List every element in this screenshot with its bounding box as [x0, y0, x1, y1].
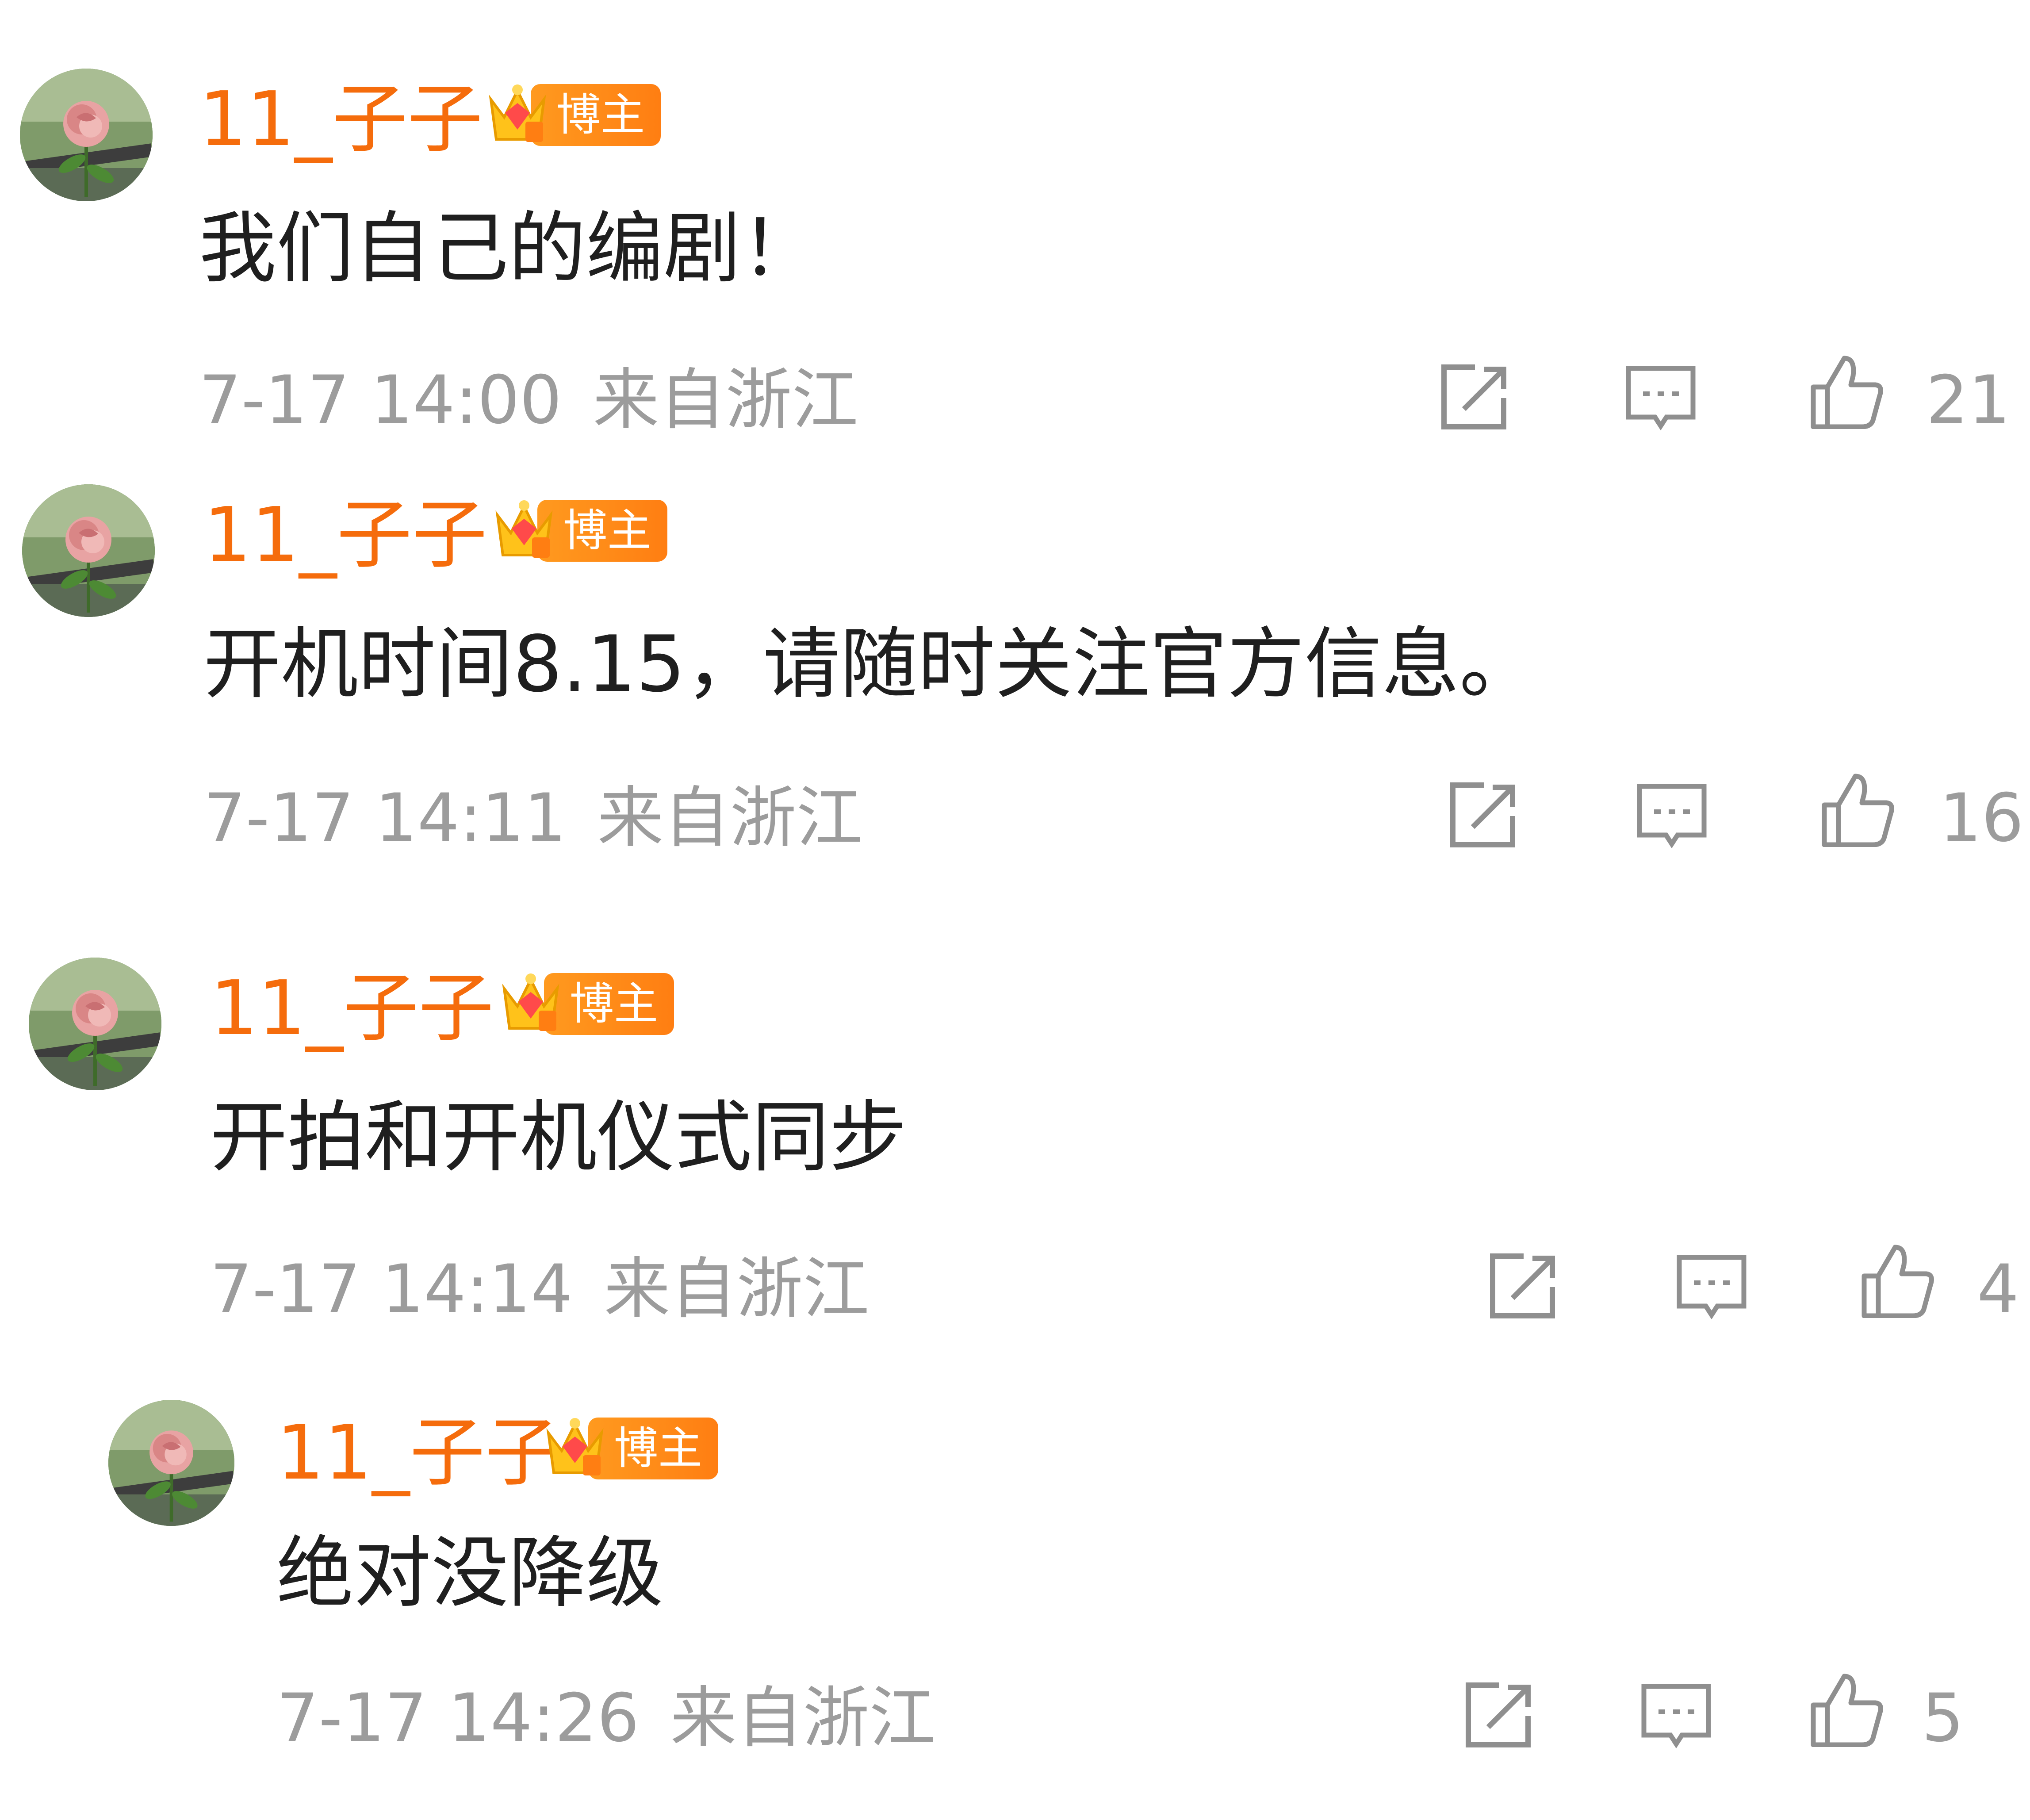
- share-icon: [1441, 364, 1506, 429]
- badge-label: 博主: [531, 84, 661, 146]
- like-button[interactable]: [1809, 354, 1884, 429]
- username[interactable]: 11_子子: [203, 498, 487, 573]
- reply-button[interactable]: [1623, 360, 1698, 436]
- timestamp: 7-17 14:11: [203, 780, 567, 857]
- share-icon: [1466, 1682, 1531, 1747]
- share-button[interactable]: [1459, 1678, 1535, 1754]
- badge-label: 博主: [544, 973, 674, 1035]
- like-icon: [1811, 356, 1883, 429]
- avatar[interactable]: [29, 958, 161, 1090]
- like-icon: [1861, 1245, 1934, 1318]
- blogger-badge: 博主: [544, 1415, 718, 1482]
- reply-icon: [1637, 784, 1707, 849]
- username[interactable]: 11_子子: [199, 82, 483, 157]
- comment-text: 开拍和开机仪式同步: [210, 1093, 907, 1183]
- reply-button[interactable]: [1674, 1249, 1749, 1325]
- comment-meta: 7-17 14:26 来自浙江: [276, 1685, 935, 1751]
- avatar[interactable]: [20, 69, 153, 201]
- reply-button[interactable]: [1634, 778, 1709, 854]
- reply-icon: [1677, 1255, 1747, 1320]
- like-count: 16: [1939, 780, 2024, 857]
- avatar-rose: [22, 484, 155, 617]
- username[interactable]: 11_子子: [276, 1415, 560, 1490]
- share-button[interactable]: [1435, 360, 1510, 436]
- like-button[interactable]: [1809, 1672, 1884, 1747]
- reply-button[interactable]: [1639, 1678, 1714, 1754]
- timestamp: 7-17 14:00: [199, 362, 562, 439]
- location: 来自浙江: [593, 362, 858, 439]
- username[interactable]: 11_子子: [210, 971, 494, 1046]
- like-button[interactable]: [1820, 772, 1895, 847]
- timestamp: 7-17 14:14: [210, 1251, 573, 1328]
- like-icon: [1811, 1674, 1883, 1747]
- location: 来自浙江: [604, 1251, 869, 1328]
- like-icon: [1822, 774, 1894, 847]
- comment-text: 我们自己的编剧！: [199, 204, 818, 294]
- like-count: 21: [1926, 362, 2011, 439]
- share-button[interactable]: [1444, 778, 1519, 854]
- crown-icon: [500, 971, 562, 1037]
- share-button[interactable]: [1484, 1249, 1559, 1325]
- avatar-rose: [29, 958, 161, 1090]
- like-count: 5: [1922, 1680, 1964, 1757]
- comment-meta: 7-17 14:11 来自浙江: [203, 785, 862, 851]
- like-button[interactable]: [1860, 1243, 1935, 1318]
- crown-icon: [486, 82, 548, 148]
- blogger-badge: 博主: [493, 498, 667, 564]
- blogger-badge: 博主: [486, 82, 661, 148]
- like-count: 4: [1977, 1251, 2019, 1328]
- reply-icon: [1626, 366, 1696, 431]
- avatar-rose: [20, 69, 153, 201]
- share-icon: [1490, 1253, 1555, 1318]
- location: 来自浙江: [597, 780, 863, 857]
- crown-icon: [493, 498, 555, 564]
- comment-text: 绝对没降级: [276, 1529, 663, 1618]
- share-icon: [1450, 782, 1515, 847]
- badge-label: 博主: [588, 1418, 718, 1479]
- avatar[interactable]: [22, 484, 155, 617]
- timestamp: 7-17 14:26: [276, 1680, 640, 1757]
- comment-meta: 7-17 14:14 来自浙江: [210, 1256, 869, 1322]
- comment-text: 开机时间8.15，请随时关注官方信息。: [203, 620, 1537, 709]
- badge-label: 博主: [537, 500, 667, 562]
- reply-icon: [1641, 1684, 1711, 1749]
- comment-meta: 7-17 14:00 来自浙江: [199, 367, 858, 433]
- blogger-badge: 博主: [500, 971, 674, 1037]
- avatar[interactable]: [108, 1400, 234, 1526]
- location: 来自浙江: [670, 1680, 936, 1757]
- crown-icon: [544, 1415, 606, 1482]
- avatar-rose: [108, 1400, 234, 1526]
